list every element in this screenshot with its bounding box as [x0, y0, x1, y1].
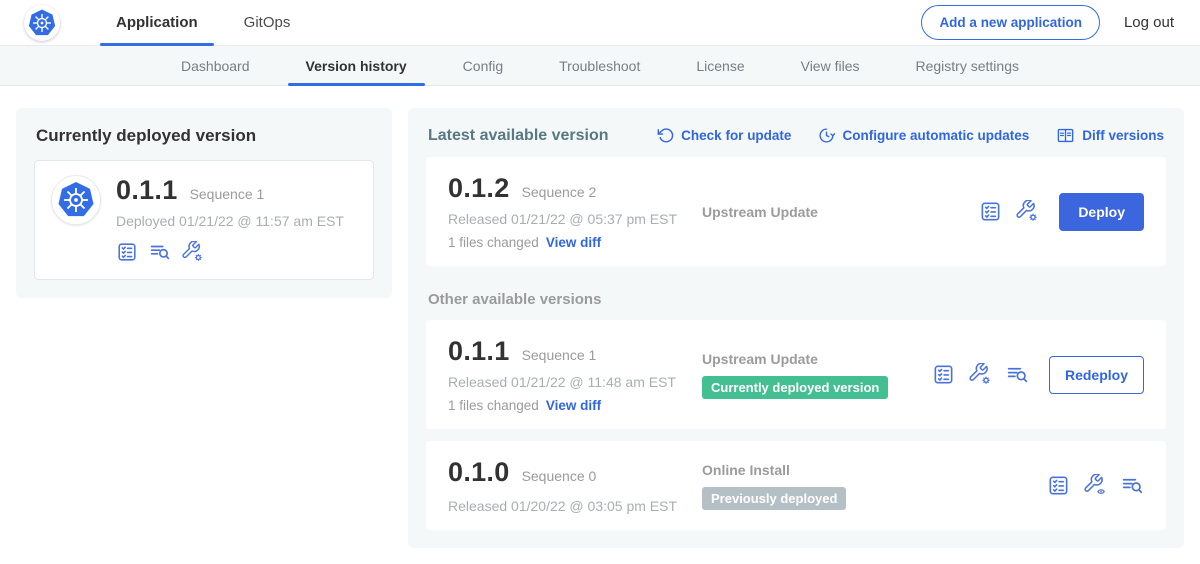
- release-notes-icon[interactable]: [932, 363, 955, 386]
- version-number: 0.1.1: [448, 336, 510, 367]
- top-tabs: Application GitOps: [100, 0, 320, 46]
- version-actions: Redeploy: [932, 356, 1144, 394]
- config-icon[interactable]: [182, 241, 204, 263]
- release-notes-icon[interactable]: [1047, 474, 1070, 497]
- subnav-label: Config: [463, 58, 503, 74]
- files-changed-label: 1 files changed: [448, 235, 539, 250]
- source-label: Online Install: [702, 462, 1047, 478]
- files-changed-label: 1 files changed: [448, 398, 539, 413]
- topbar-right: Add a new application Log out: [921, 5, 1200, 40]
- check-for-update-label: Check for update: [681, 128, 791, 143]
- subnav-item-registry-settings[interactable]: Registry settings: [888, 46, 1047, 85]
- currently-deployed-panel: Currently deployed version 0.1.1 Sequenc…: [16, 108, 392, 298]
- diff-icon: [1056, 126, 1075, 145]
- subnav-item-license[interactable]: License: [668, 46, 772, 85]
- source-label: Upstream Update: [702, 204, 979, 220]
- subnav-label: License: [696, 58, 744, 74]
- subnav-item-dashboard[interactable]: Dashboard: [153, 46, 278, 85]
- kubernetes-logo: [24, 5, 60, 41]
- config-view-icon[interactable]: [1084, 474, 1107, 497]
- app-subnav: Dashboard Version history Config Trouble…: [0, 46, 1200, 86]
- sequence-label: Sequence 2: [522, 184, 597, 200]
- version-info: 0.1.1 Sequence 1 Released 01/21/22 @ 11:…: [448, 336, 702, 413]
- configure-automatic-updates-label: Configure automatic updates: [842, 128, 1029, 143]
- logs-icon[interactable]: [1006, 363, 1029, 386]
- currently-deployed-badge: Currently deployed version: [702, 376, 888, 399]
- subnav-label: Dashboard: [181, 58, 250, 74]
- deployed-version-number: 0.1.1: [116, 175, 178, 206]
- sequence-label: Sequence 1: [522, 347, 597, 363]
- subnav-label: View files: [801, 58, 860, 74]
- header-actions: Check for update Configure automatic upd…: [657, 126, 1164, 145]
- subnav-item-troubleshoot[interactable]: Troubleshoot: [531, 46, 668, 85]
- subnav-item-config[interactable]: Config: [435, 46, 531, 85]
- deployed-version-card: 0.1.1 Sequence 1 Deployed 01/21/22 @ 11:…: [34, 160, 374, 280]
- check-for-update-link[interactable]: Check for update: [657, 126, 791, 145]
- release-notes-icon[interactable]: [979, 200, 1002, 223]
- version-number: 0.1.2: [448, 173, 510, 204]
- deployed-panel-title: Currently deployed version: [36, 126, 374, 146]
- version-source: Online Install Previously deployed: [702, 462, 1047, 510]
- available-versions-panel: Latest available version Check for updat…: [408, 108, 1184, 548]
- main-content: Currently deployed version 0.1.1 Sequenc…: [0, 86, 1200, 564]
- version-card-0-1-2: 0.1.2 Sequence 2 Released 01/21/22 @ 05:…: [426, 157, 1166, 266]
- view-diff-link[interactable]: View diff: [546, 398, 601, 413]
- refresh-icon: [657, 127, 674, 144]
- subnav-item-version-history[interactable]: Version history: [278, 46, 435, 85]
- tab-application-label: Application: [116, 14, 198, 31]
- version-card-0-1-1: 0.1.1 Sequence 1 Released 01/21/22 @ 11:…: [426, 320, 1166, 429]
- add-application-button[interactable]: Add a new application: [921, 5, 1100, 40]
- diff-versions-label: Diff versions: [1082, 128, 1164, 143]
- version-info: 0.1.2 Sequence 2 Released 01/21/22 @ 05:…: [448, 173, 702, 250]
- subnav-label: Troubleshoot: [559, 58, 640, 74]
- deployed-timestamp: Deployed 01/21/22 @ 11:57 am EST: [116, 213, 344, 229]
- view-diff-link[interactable]: View diff: [546, 235, 601, 250]
- previously-deployed-badge: Previously deployed: [702, 487, 846, 510]
- tab-gitops[interactable]: GitOps: [228, 0, 307, 46]
- top-bar: Application GitOps Add a new application…: [0, 0, 1200, 46]
- logs-icon[interactable]: [149, 241, 171, 263]
- deployed-version-info: 0.1.1 Sequence 1 Deployed 01/21/22 @ 11:…: [116, 175, 344, 263]
- released-timestamp: Released 01/21/22 @ 05:37 pm EST: [448, 211, 702, 227]
- schedule-update-icon: [818, 127, 835, 144]
- logs-icon[interactable]: [1121, 474, 1144, 497]
- diff-versions-link[interactable]: Diff versions: [1056, 126, 1164, 145]
- configure-automatic-updates-link[interactable]: Configure automatic updates: [818, 126, 1029, 145]
- deploy-button[interactable]: Deploy: [1059, 193, 1144, 231]
- deployed-sequence-label: Sequence 1: [190, 186, 265, 202]
- source-label: Upstream Update: [702, 351, 932, 367]
- version-info: 0.1.0 Sequence 0 Released 01/20/22 @ 03:…: [448, 457, 702, 514]
- subnav-label: Version history: [306, 58, 407, 74]
- app-kubernetes-logo: [51, 175, 101, 225]
- released-timestamp: Released 01/20/22 @ 03:05 pm EST: [448, 498, 702, 514]
- config-icon[interactable]: [969, 363, 992, 386]
- version-source: Upstream Update Currently deployed versi…: [702, 351, 932, 399]
- version-source: Upstream Update: [702, 204, 979, 220]
- tab-application[interactable]: Application: [100, 0, 214, 46]
- version-actions: [1047, 474, 1144, 497]
- available-panel-title: Latest available version: [428, 127, 609, 145]
- subnav-label: Registry settings: [916, 58, 1019, 74]
- sequence-label: Sequence 0: [522, 468, 597, 484]
- logout-button[interactable]: Log out: [1124, 14, 1174, 31]
- tab-gitops-label: GitOps: [244, 14, 291, 31]
- version-number: 0.1.0: [448, 457, 510, 488]
- other-versions-title: Other available versions: [428, 291, 1164, 308]
- redeploy-button[interactable]: Redeploy: [1049, 356, 1144, 394]
- config-icon[interactable]: [1016, 200, 1039, 223]
- subnav-item-view-files[interactable]: View files: [773, 46, 888, 85]
- released-timestamp: Released 01/21/22 @ 11:48 am EST: [448, 374, 702, 390]
- version-card-0-1-0: 0.1.0 Sequence 0 Released 01/20/22 @ 03:…: [426, 441, 1166, 530]
- version-actions: Deploy: [979, 193, 1144, 231]
- release-notes-icon[interactable]: [116, 241, 138, 263]
